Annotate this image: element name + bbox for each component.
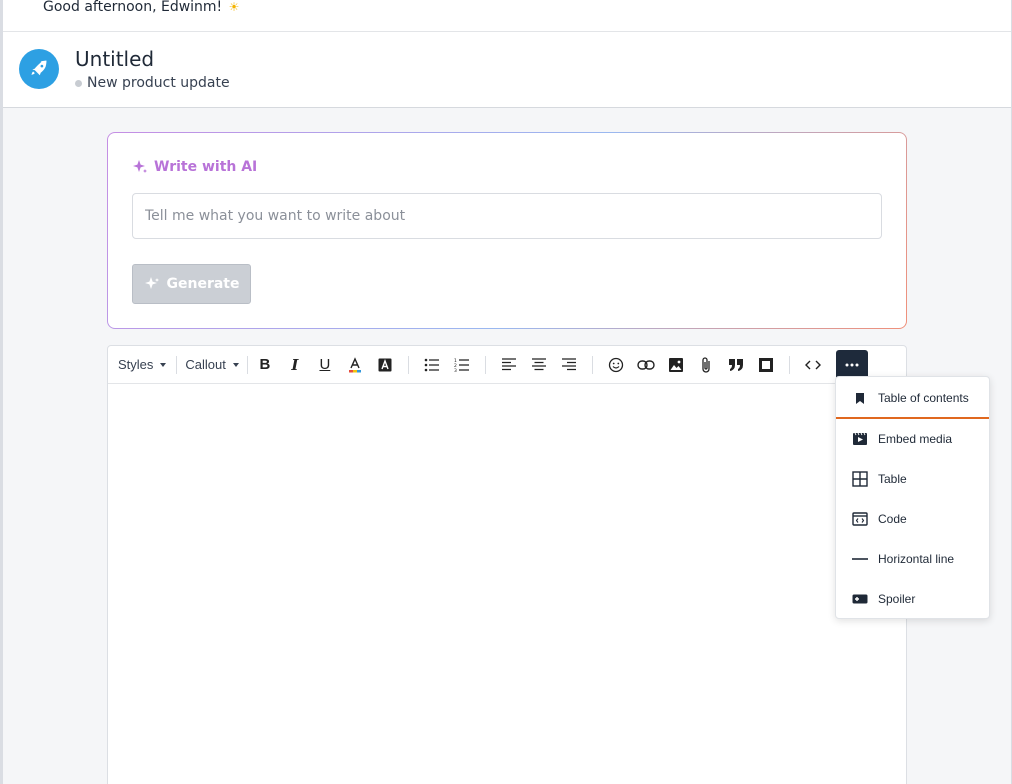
menu-item-embed-media[interactable]: Embed media bbox=[836, 419, 989, 459]
menu-item-label: Code bbox=[878, 512, 907, 526]
caret-down-icon bbox=[160, 362, 167, 367]
image-icon[interactable] bbox=[661, 350, 691, 380]
ai-prompt-input[interactable] bbox=[132, 193, 882, 239]
link-icon[interactable] bbox=[631, 350, 661, 380]
generate-button[interactable]: Generate bbox=[132, 264, 251, 304]
sparkle-icon bbox=[144, 277, 159, 289]
greeting-text: Good afternoon, Edwinm! ☀ bbox=[43, 0, 239, 15]
menu-item-label: Spoiler bbox=[878, 592, 916, 606]
menu-item-label: Table of contents bbox=[878, 391, 969, 405]
ai-title-label: Write with AI bbox=[154, 159, 258, 175]
menu-item-code[interactable]: Code bbox=[836, 499, 989, 539]
more-icon[interactable] bbox=[835, 349, 868, 380]
menu-item-table-of-contents[interactable]: Table of contents bbox=[836, 379, 989, 419]
menu-item-label: Table bbox=[878, 472, 907, 486]
align-right-icon[interactable] bbox=[554, 350, 584, 380]
underline-icon[interactable]: U bbox=[310, 350, 340, 380]
page-subtitle: New product update bbox=[75, 75, 230, 91]
styles-label: Styles bbox=[118, 357, 154, 372]
box-icon[interactable] bbox=[751, 350, 781, 380]
align-left-icon[interactable] bbox=[494, 350, 524, 380]
toolbar-divider bbox=[176, 355, 178, 374]
code-block-icon bbox=[852, 511, 868, 527]
attachment-icon[interactable] bbox=[691, 350, 721, 380]
subtitle-text: New product update bbox=[87, 75, 230, 91]
align-center-icon[interactable] bbox=[524, 350, 554, 380]
text-color-icon[interactable] bbox=[340, 350, 370, 380]
table-icon bbox=[852, 471, 868, 487]
rich-text-editor[interactable]: Styles Callout B I U 123 bbox=[107, 345, 907, 784]
toolbar-divider bbox=[407, 355, 409, 374]
code-inline-icon[interactable] bbox=[798, 350, 828, 380]
status-dot bbox=[75, 79, 82, 87]
generate-label: Generate bbox=[166, 276, 240, 292]
film-icon bbox=[852, 431, 868, 447]
toolbar-divider bbox=[484, 355, 486, 374]
numbered-list-icon[interactable]: 123 bbox=[447, 350, 477, 380]
insert-menu: Table of contents Embed media Table Code… bbox=[835, 376, 990, 619]
spoiler-icon bbox=[852, 591, 868, 607]
callout-label: Callout bbox=[185, 357, 226, 372]
menu-item-label: Horizontal line bbox=[878, 552, 955, 566]
page-title[interactable]: Untitled bbox=[75, 47, 154, 71]
toolbar-divider bbox=[246, 355, 248, 374]
toolbar-divider bbox=[788, 355, 790, 374]
italic-icon[interactable]: I bbox=[280, 350, 310, 380]
bold-icon[interactable]: B bbox=[250, 350, 280, 380]
emoji-icon[interactable] bbox=[601, 350, 631, 380]
page-header: Untitled New product update bbox=[3, 33, 1011, 108]
sun-icon: ☀ bbox=[228, 0, 240, 14]
editor-toolbar: Styles Callout B I U 123 bbox=[108, 346, 906, 384]
greeting-message: Good afternoon, Edwinm! bbox=[43, 0, 223, 15]
toolbar-divider bbox=[591, 355, 593, 374]
menu-item-spoiler[interactable]: Spoiler bbox=[836, 579, 989, 619]
horizontal-line-icon bbox=[852, 551, 868, 567]
menu-item-table[interactable]: Table bbox=[836, 459, 989, 499]
svg-text:3: 3 bbox=[454, 368, 457, 372]
sparkle-icon bbox=[133, 160, 147, 173]
menu-item-horizontal-line[interactable]: Horizontal line bbox=[836, 539, 989, 579]
styles-dropdown[interactable]: Styles bbox=[108, 346, 167, 384]
rocket-icon bbox=[19, 49, 59, 89]
callout-dropdown[interactable]: Callout bbox=[185, 346, 239, 384]
greeting-bar: Good afternoon, Edwinm! ☀ bbox=[3, 0, 1011, 32]
caret-down-icon bbox=[232, 362, 239, 367]
ai-title: Write with AI bbox=[132, 159, 257, 175]
menu-item-label: Embed media bbox=[878, 432, 953, 446]
bullet-list-icon[interactable] bbox=[417, 350, 447, 380]
ai-writer-card: Write with AI Generate bbox=[107, 132, 907, 329]
quote-icon[interactable] bbox=[721, 350, 751, 380]
highlight-icon[interactable] bbox=[370, 350, 400, 380]
bookmark-icon bbox=[852, 390, 868, 406]
